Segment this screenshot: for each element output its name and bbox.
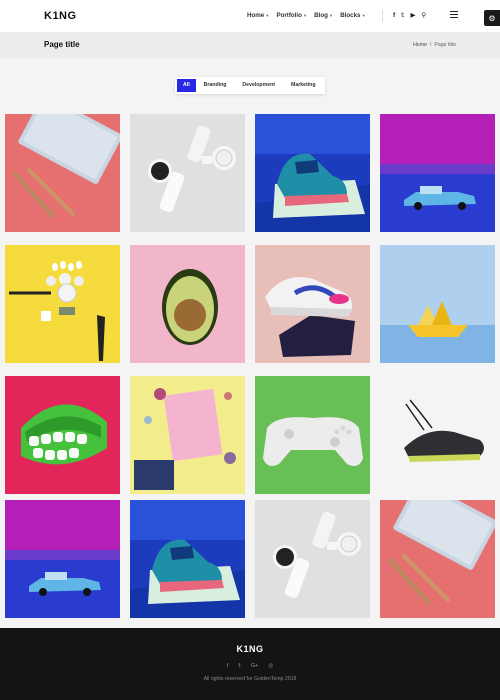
nav-item-label: Blocks [340,12,361,19]
nav-divider [382,10,383,22]
portfolio-item-wind-up-teeth[interactable] [5,376,120,494]
portfolio-item-paper-boat[interactable] [380,245,495,363]
portfolio-item-blue-sneaker[interactable] [130,500,245,618]
nav-item-label: Blog [314,12,328,19]
chevron-down-icon: ▾ [303,12,307,18]
breadcrumb-separator: / [429,42,432,48]
portfolio-item-avocado[interactable] [130,245,245,363]
portfolio-filter-bar: All Branding Development Marketing [175,77,325,94]
filter-all[interactable]: All [177,79,196,92]
main-nav: Home ▾ Portfolio ▾ Blog ▾ Blocks ▾ [247,12,365,19]
portfolio-image [130,245,245,363]
filter-branding[interactable]: Branding [196,79,235,92]
breadcrumb-current: Page title [434,42,456,48]
portfolio-image [255,114,370,232]
facebook-icon[interactable]: f [393,12,395,19]
nav-item-label: Portfolio [276,12,302,19]
portfolio-image [380,114,495,232]
youtube-icon[interactable]: ▶ [410,11,415,19]
portfolio-image [255,245,370,363]
page-title-bar: Page title Home / Page title [0,32,500,58]
portfolio-item-toy-car-magenta[interactable] [380,114,495,232]
portfolio-item-toy-car-magenta[interactable] [5,500,120,618]
hamburger-menu-icon[interactable] [450,11,458,19]
portfolio-image [255,376,370,494]
breadcrumb: Home / Page title [413,42,456,48]
portfolio-item-white-watch[interactable] [130,114,245,232]
site-footer: K1NG f 𝕥 G+ ◎ All rights reserved for Go… [0,628,500,700]
portfolio-image [380,376,495,494]
page-title: Page title [44,40,80,49]
portfolio-item-white-watch[interactable] [255,500,370,618]
instagram-icon[interactable]: ◎ [268,663,273,669]
footer-social: f 𝕥 G+ ◎ [0,663,500,669]
portfolio-image [5,114,120,232]
site-header: K1NG Home ▾ Portfolio ▾ Blog ▾ Blocks ▾ f 𝕥 … [0,0,500,32]
footer-copyright: All rights reserved for GoldenTemp 2018 [203,676,297,682]
settings-button[interactable]: ⚙ [484,10,500,26]
portfolio-item-notebook-pencils[interactable] [5,114,120,232]
nav-item-home[interactable]: Home ▾ [247,12,268,19]
chevron-down-icon: ▾ [329,12,333,18]
nav-item-blocks[interactable]: Blocks ▾ [340,12,365,19]
breadcrumb-home-link[interactable]: Home [413,42,427,48]
nav-item-label: Home [247,12,265,19]
nav-item-blog[interactable]: Blog ▾ [314,12,332,19]
twitter-icon[interactable]: 𝕥 [238,663,241,669]
portfolio-item-white-gamepad[interactable] [255,376,370,494]
portfolio-image [130,376,245,494]
google-plus-icon[interactable]: G+ [251,663,259,669]
portfolio-item-pink-sneaker[interactable] [255,245,370,363]
portfolio-item-notebook-pencils[interactable] [380,500,495,618]
filter-development[interactable]: Development [234,79,283,92]
header-social: f 𝕥 ▶ ⚲ [393,11,426,20]
gear-icon: ⚙ [488,13,496,23]
portfolio-image [5,500,120,618]
nav-item-portfolio[interactable]: Portfolio ▾ [276,12,306,19]
footer-logo[interactable]: K1NG [0,644,500,654]
chevron-down-icon: ▾ [362,12,365,18]
portfolio-image [380,500,495,618]
site-logo[interactable]: K1NG [44,10,77,22]
portfolio-item-blue-sneaker[interactable] [255,114,370,232]
portfolio-item-black-sneaker[interactable] [380,376,495,494]
portfolio-item-yellow-cutlery[interactable] [5,245,120,363]
portfolio-image [5,376,120,494]
portfolio-item-pink-notebook[interactable] [130,376,245,494]
filter-marketing[interactable]: Marketing [283,79,324,92]
facebook-icon[interactable]: f [227,663,229,669]
portfolio-image [255,500,370,618]
portfolio-image [5,245,120,363]
portfolio-image [380,245,495,363]
twitter-icon[interactable]: 𝕥 [401,11,404,19]
portfolio-image [130,500,245,618]
chevron-down-icon: ▾ [266,12,269,18]
portfolio-image [130,114,245,232]
search-icon[interactable]: ⚲ [421,11,426,19]
